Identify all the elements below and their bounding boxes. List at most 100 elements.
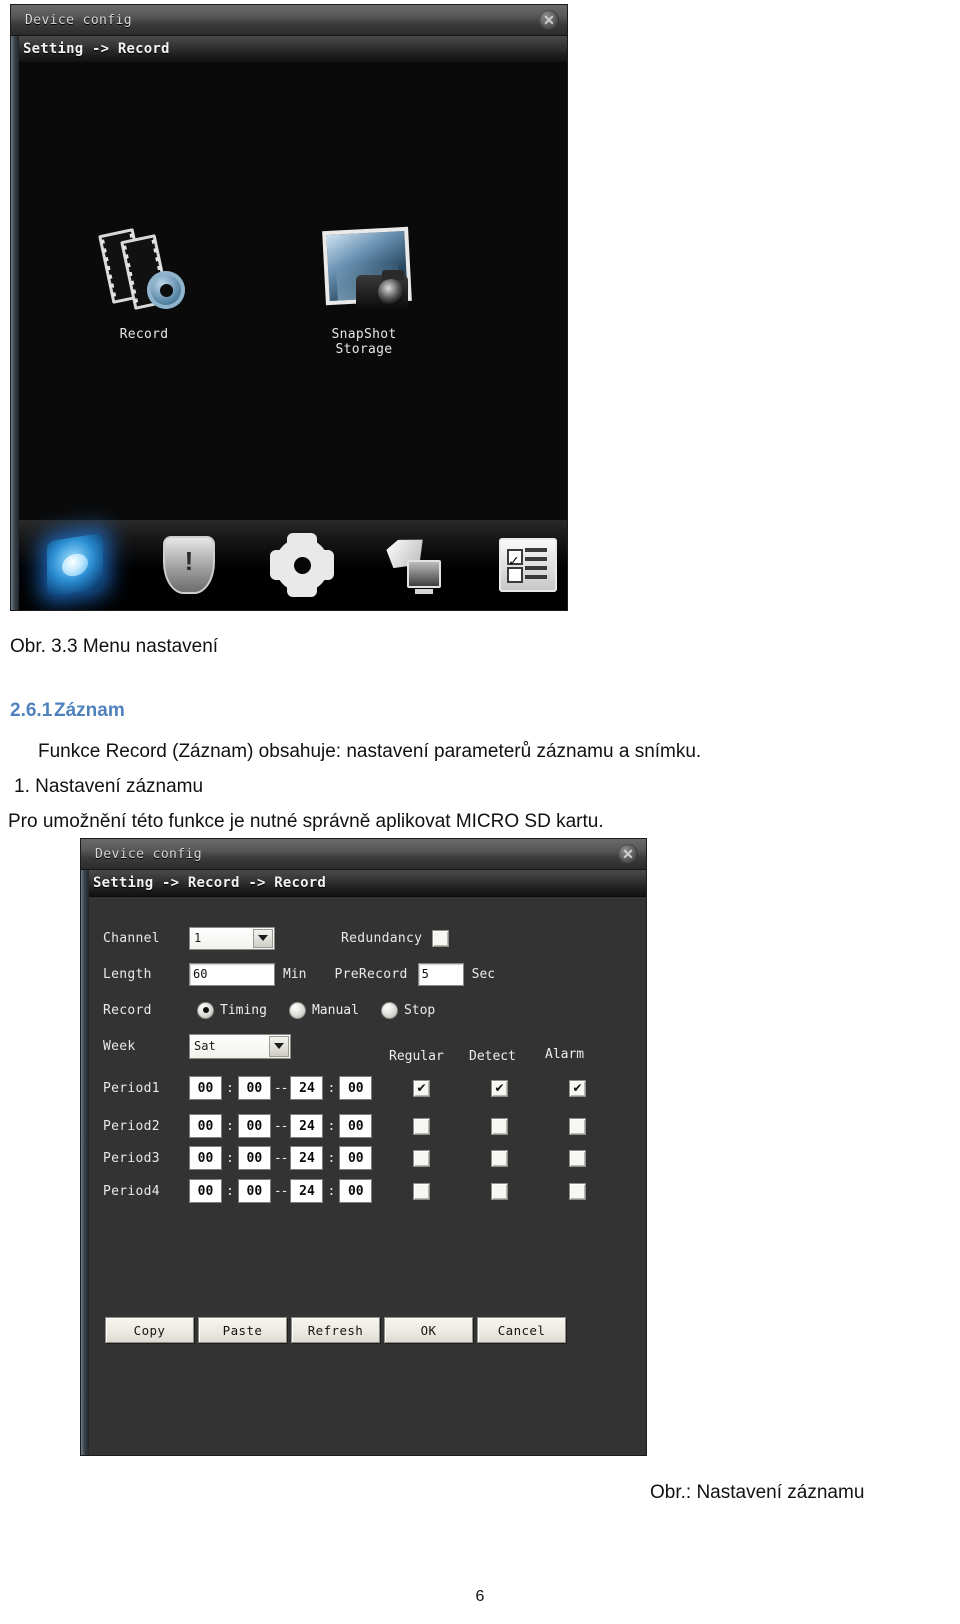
list-item-record-setup: 1. Nastavení záznamu [14, 776, 204, 797]
period-end-min[interactable]: 00 [339, 1114, 373, 1138]
film-gear-icon [98, 227, 187, 313]
period-alarm-checkbox[interactable] [569, 1149, 586, 1167]
period-regular-checkbox[interactable] [413, 1149, 430, 1167]
length-input[interactable]: 60 [189, 962, 275, 986]
breadcrumb: Setting -> Record [11, 36, 567, 63]
period-detect-checkbox[interactable]: ✔ [491, 1079, 508, 1097]
copy-button[interactable]: Copy [105, 1317, 194, 1343]
paste-button[interactable]: Paste [198, 1317, 287, 1343]
row-record-mode: Record Timing Manual Stop [103, 997, 646, 1023]
paragraph-intro: Funkce Record (Záznam) obsahuje: nastave… [38, 741, 702, 762]
refresh-button[interactable]: Refresh [291, 1317, 380, 1343]
redundancy-label: Redundancy [341, 930, 423, 946]
period-end-min[interactable]: 00 [339, 1076, 373, 1100]
channel-select[interactable]: 1 [189, 926, 275, 950]
range-separator: -- [273, 1183, 289, 1199]
menu-item-label: SnapShot Storage [331, 327, 397, 357]
time-separator: : [226, 1150, 234, 1166]
range-separator: -- [273, 1150, 289, 1166]
close-icon[interactable]: ✕ [618, 844, 638, 864]
time-separator: : [327, 1118, 336, 1134]
radio-dot [288, 1001, 306, 1019]
prerecord-label: PreRecord [334, 966, 408, 982]
period-start-hour[interactable]: 00 [189, 1146, 222, 1170]
record-settings-form: Channel 1 Redundancy Length 60 Min PreRe… [89, 897, 646, 1455]
radio-label: Manual [311, 1002, 359, 1018]
period-start-min[interactable]: 00 [237, 1076, 271, 1100]
period-label: Period3 [103, 1150, 160, 1166]
ok-button[interactable]: OK [384, 1317, 473, 1343]
period-alarm-checkbox[interactable] [569, 1182, 586, 1200]
table-row: Period2 00 : 00 -- 24 : 00 [103, 1113, 646, 1139]
close-icon[interactable]: ✕ [539, 10, 559, 30]
period-start-min[interactable]: 00 [237, 1179, 271, 1203]
length-label: Length [103, 966, 152, 982]
period-end-min[interactable]: 00 [339, 1146, 373, 1170]
menu-item-label: Record [119, 327, 169, 342]
period-alarm-checkbox[interactable]: ✔ [569, 1079, 586, 1097]
week-value: Sat [194, 1039, 216, 1053]
period-start-hour[interactable]: 00 [189, 1076, 222, 1100]
bottom-taskbar: ✓ [19, 520, 567, 610]
period-regular-checkbox[interactable] [413, 1117, 430, 1135]
row-channel: Channel 1 Redundancy [103, 925, 646, 951]
system-gear-icon[interactable] [270, 533, 334, 597]
period-start-hour[interactable]: 00 [189, 1179, 222, 1203]
radio-dot [380, 1001, 398, 1019]
length-value: 60 [193, 967, 208, 981]
period-start-hour[interactable]: 00 [189, 1114, 222, 1138]
redundancy-checkbox[interactable] [432, 929, 450, 947]
info-checklist-icon[interactable]: ✓ [499, 538, 557, 592]
menu-item-record[interactable]: Record [79, 227, 209, 357]
time-separator: : [226, 1183, 234, 1199]
cancel-button[interactable]: Cancel [477, 1317, 566, 1343]
period-end-hour[interactable]: 24 [290, 1146, 324, 1170]
chevron-down-icon[interactable] [269, 1035, 289, 1057]
prerecord-value: 5 [421, 967, 429, 981]
section-heading: 2.6.1Záznam [10, 700, 125, 722]
column-header-alarm: Alarm [545, 1047, 585, 1062]
dialog-button-row: Copy Paste Refresh OK Cancel [105, 1317, 566, 1455]
page-number: 6 [475, 1588, 485, 1605]
prerecord-input[interactable]: 5 [417, 962, 464, 986]
window-left-rail [11, 5, 19, 610]
period-start-min[interactable]: 00 [237, 1146, 271, 1170]
alarm-shield-icon[interactable] [163, 536, 215, 594]
chevron-down-icon[interactable] [253, 928, 273, 948]
section-title: Záznam [54, 700, 125, 721]
radio-timing[interactable]: Timing [197, 1001, 267, 1019]
time-separator: : [226, 1118, 234, 1134]
window-title: Device config [95, 846, 202, 862]
device-config-menu-window: Device config ✕ Setting -> Record Record… [10, 4, 568, 611]
maintenance-icon[interactable] [385, 538, 443, 594]
period-end-hour[interactable]: 24 [290, 1114, 324, 1138]
table-row: Period3 00 : 00 -- 24 : 00 [103, 1145, 646, 1171]
period-detect-checkbox[interactable] [491, 1149, 508, 1167]
period-alarm-checkbox[interactable] [569, 1117, 586, 1135]
row-length: Length 60 Min PreRecord 5 Sec [103, 961, 646, 987]
period-detect-checkbox[interactable] [491, 1182, 508, 1200]
period-label: Period2 [103, 1118, 160, 1134]
menu-canvas: Record SnapShot Storage [19, 62, 567, 520]
menu-item-snapshot-storage[interactable]: SnapShot Storage [299, 226, 429, 357]
breadcrumb: Setting -> Record -> Record [81, 870, 646, 897]
time-separator: : [327, 1183, 336, 1199]
radio-stop[interactable]: Stop [380, 1001, 435, 1019]
period-regular-checkbox[interactable]: ✔ [413, 1079, 430, 1097]
period-regular-checkbox[interactable] [413, 1182, 430, 1200]
period-detect-checkbox[interactable] [491, 1117, 508, 1135]
range-separator: -- [273, 1118, 289, 1134]
paragraph-sdcard: Pro umožnění této funkce je nutné správn… [8, 811, 604, 832]
photo-camera-icon [318, 226, 412, 313]
week-select[interactable]: Sat [189, 1033, 291, 1059]
period-end-hour[interactable]: 24 [290, 1179, 324, 1203]
record-label: Record [103, 1002, 152, 1018]
period-start-min[interactable]: 00 [237, 1114, 271, 1138]
storage-icon[interactable] [47, 532, 103, 598]
figure2-caption: Obr.: Nastavení záznamu [650, 1482, 865, 1503]
breadcrumb-text: Setting -> Record [23, 41, 170, 57]
time-separator: : [327, 1080, 336, 1096]
period-end-hour[interactable]: 24 [290, 1076, 324, 1100]
radio-manual[interactable]: Manual [288, 1001, 359, 1019]
period-end-min[interactable]: 00 [339, 1179, 373, 1203]
